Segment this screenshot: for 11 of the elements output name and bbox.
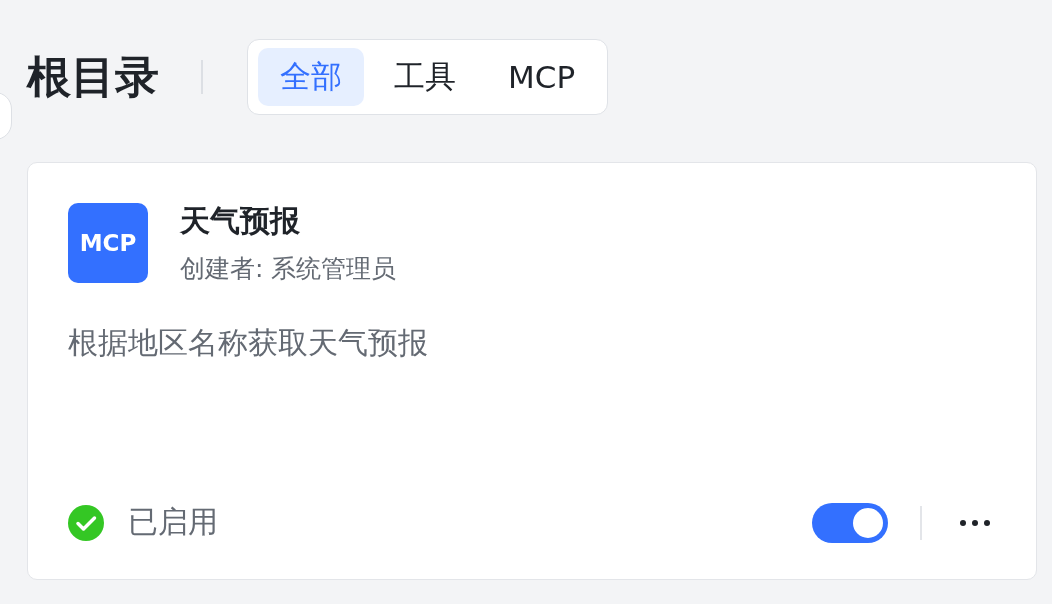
tab[interactable]: 全部 — [258, 48, 364, 106]
more-icon — [960, 519, 990, 526]
tab[interactable]: 工具 — [372, 48, 478, 106]
card-creator: 创建者: 系统管理员 — [180, 253, 397, 285]
tab[interactable]: MCP — [486, 48, 598, 106]
card-title: 天气预报 — [180, 202, 301, 240]
card-description: 根据地区名称获取天气预报 — [68, 324, 429, 362]
enable-toggle[interactable] — [812, 502, 888, 543]
status-label: 已启用 — [128, 503, 218, 541]
mcp-logo: MCP — [68, 203, 148, 283]
page-title: 根目录 — [27, 49, 159, 104]
